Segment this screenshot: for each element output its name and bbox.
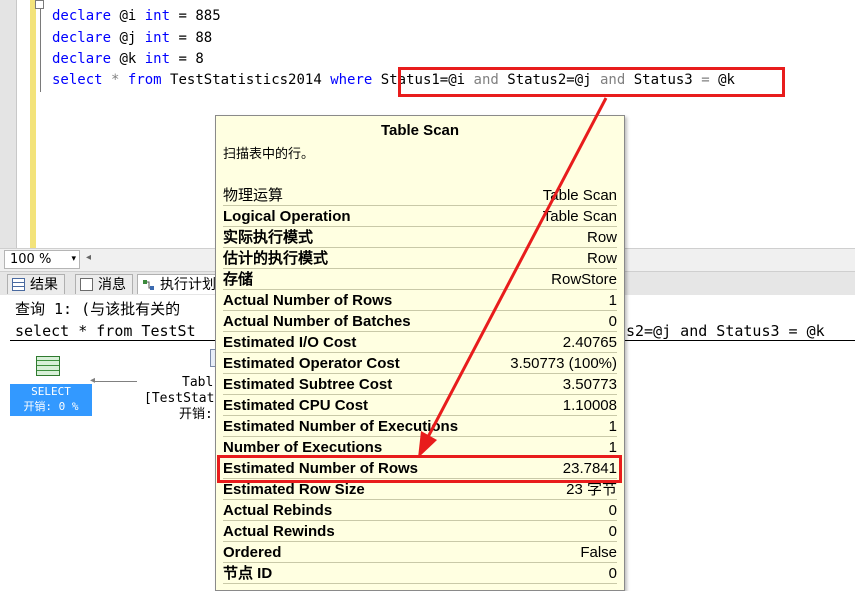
tooltip-row-value: False (580, 544, 617, 561)
code-line-declare-j[interactable]: declare @j int = 88 (52, 28, 212, 48)
select-node-label: SELECT (31, 385, 71, 398)
where-clause-highlight (398, 67, 785, 97)
tooltip-row-value: RowStore (551, 271, 617, 288)
plan-query-header: 查询 1: (与该批有关的 (15, 300, 181, 318)
tooltip-row-label: 物理运算 (223, 187, 284, 204)
plan-query-text-tail: s2=@j and Status3 = @k (626, 322, 825, 340)
tooltip-row: Estimated Operator Cost 3.50773 (100%) (223, 353, 617, 374)
tooltip-row-value: 3.50773 (100%) (510, 355, 617, 372)
tooltip-row-label: 存储 (223, 271, 254, 288)
tooltip-row-label: Ordered (223, 544, 282, 561)
tooltip-row: Estimated I/O Cost 2.40765 (223, 332, 617, 353)
select-operator-icon (36, 356, 60, 376)
arrow-left-icon: ◂ (90, 375, 96, 386)
change-tracking-bar (30, 0, 36, 248)
estimated-rows-highlight (217, 455, 622, 483)
editor-left-margin (0, 0, 17, 248)
tab-results[interactable]: 结果 (7, 274, 65, 294)
tooltip-description: 扫描表中的行。 (223, 147, 315, 162)
scan-node-name: Tabl (182, 375, 214, 390)
tooltip-row: 估计的执行模式 Row (223, 248, 617, 269)
tooltip-row-value: Row (586, 229, 617, 246)
tooltip-row-value: Table Scan (542, 187, 617, 204)
scroll-left-icon[interactable]: ◂ (86, 252, 91, 263)
tooltip-row-value: 0 (608, 565, 617, 582)
tooltip-row: Actual Number of Rows 1 (223, 290, 617, 311)
tooltip-row: Ordered False (223, 542, 617, 563)
tooltip-row-label: 节点 ID (223, 565, 273, 582)
select-operator-node[interactable]: SELECT 开销: 0 % (8, 350, 92, 416)
tooltip-row-value: Row (586, 250, 617, 267)
tooltip-row-value: 3.50773 (562, 376, 617, 393)
tooltip-row-label: Estimated Subtree Cost (223, 376, 393, 393)
tooltip-row-label: 实际执行模式 (223, 229, 314, 246)
tooltip-row-value: 2.40765 (562, 334, 617, 351)
tooltip-row-value: 0 (608, 523, 617, 540)
plan-flow-arrow (95, 381, 137, 382)
tooltip-row-value: 1 (608, 292, 617, 309)
tooltip-row: 节点 ID 0 (223, 563, 617, 584)
tooltip-row: Actual Number of Batches 0 (223, 311, 617, 332)
message-icon (80, 278, 93, 291)
dropdown-arrow-icon: ▾ (71, 254, 76, 264)
code-line-declare-i[interactable]: declare @i int = 885 (52, 6, 221, 26)
tooltip-row: 物理运算 Table Scan (223, 185, 617, 206)
tooltip-row: 存储 RowStore (223, 269, 617, 290)
tooltip-title: Table Scan (380, 122, 460, 139)
tooltip-row-label: 估计的执行模式 (223, 250, 329, 267)
tooltip-row-label: Estimated Operator Cost (223, 355, 400, 372)
execution-plan-icon (142, 278, 155, 291)
tooltip-row: Actual Rebinds 0 (223, 500, 617, 521)
plan-query-text: select * from TestSt (15, 322, 196, 340)
collapse-icon[interactable] (35, 0, 44, 9)
tooltip-row: Estimated Subtree Cost 3.50773 (223, 374, 617, 395)
tooltip-row-label: Estimated I/O Cost (223, 334, 357, 351)
grid-icon (12, 278, 25, 291)
tooltip-row-value: 0 (608, 313, 617, 330)
tooltip-row: Logical Operation Table Scan (223, 206, 617, 227)
tooltip-row-value: 1.10008 (562, 397, 617, 414)
tooltip-row-label: Actual Rewinds (223, 523, 335, 540)
tooltip-row-label: Estimated Number of Executions (223, 418, 459, 435)
tooltip-row-value: Table Scan (542, 208, 617, 225)
select-node-cost: 开销: 0 % (23, 400, 79, 413)
scan-node-cost: 开销: (179, 407, 213, 422)
tooltip-row: Estimated Number of Executions 1 (223, 416, 617, 437)
tooltip-row-value: 1 (608, 418, 617, 435)
tooltip-row-value: 0 (608, 502, 617, 519)
tab-messages[interactable]: 消息 (75, 274, 133, 294)
tooltip-row: Actual Rewinds 0 (223, 521, 617, 542)
code-line-declare-k[interactable]: declare @k int = 8 (52, 49, 204, 69)
tooltip-row-label: Actual Number of Rows (223, 292, 393, 309)
tooltip-row-label: Estimated CPU Cost (223, 397, 369, 414)
operator-tooltip: Table Scan 扫描表中的行。 物理运算 Table Scan Logical… (215, 115, 625, 591)
tooltip-row: 实际执行模式 Row (223, 227, 617, 248)
tooltip-row-label: Actual Number of Batches (223, 313, 411, 330)
tab-execution-plan[interactable]: 执行计划 (137, 274, 227, 294)
scan-node-object: [TestStat (144, 391, 215, 406)
zoom-dropdown[interactable]: 100 % ▾ (4, 250, 80, 269)
tooltip-row: Estimated CPU Cost 1.10008 (223, 395, 617, 416)
tooltip-row-label: Actual Rebinds (223, 502, 333, 519)
tooltip-row-label: Logical Operation (223, 208, 351, 225)
outline-line (40, 0, 41, 92)
